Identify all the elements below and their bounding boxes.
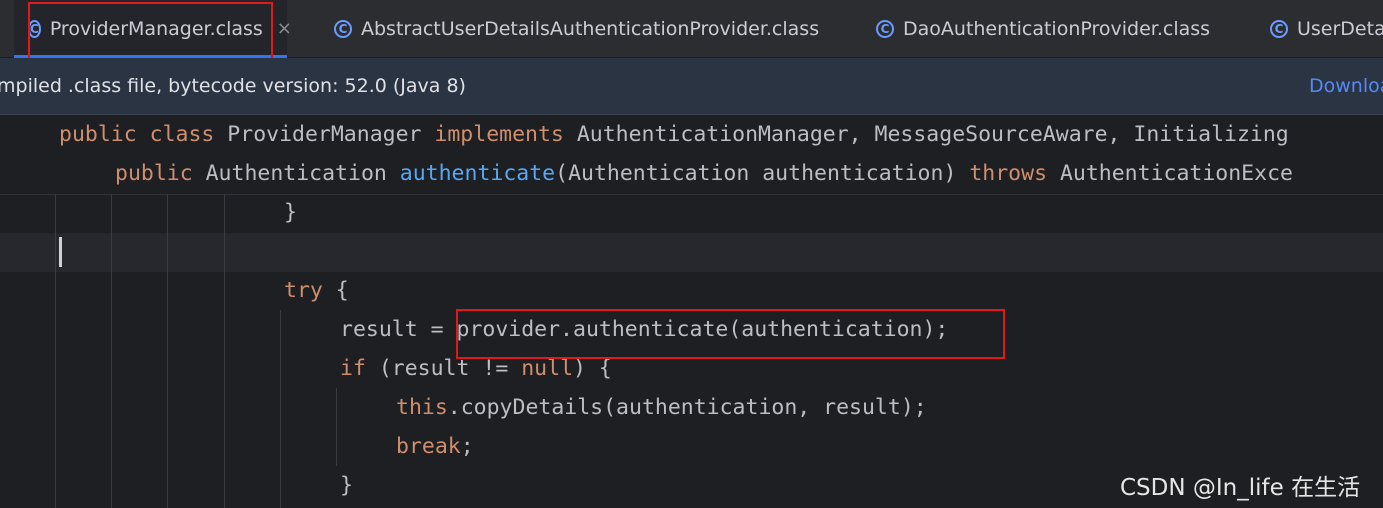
keyword: null <box>521 356 574 381</box>
keyword: this <box>396 395 448 420</box>
tab-user-details[interactable]: C UserDeta <box>1270 0 1383 57</box>
method-name: authenticate <box>399 161 556 186</box>
keyword: if <box>340 356 366 381</box>
indent-guide <box>111 195 112 508</box>
keyword: implements <box>434 122 564 147</box>
code-line: this.copyDetails(authentication, result)… <box>396 395 927 420</box>
class-icon: C <box>334 19 352 38</box>
tab-abstract-user-details-authentication-provider[interactable]: C AbstractUserDetailsAuthenticationProvi… <box>334 0 819 57</box>
text-caret <box>59 237 62 267</box>
code-line: try { <box>284 278 349 303</box>
class-name: ProviderManager <box>214 122 435 147</box>
tab-label: AbstractUserDetailsAuthenticationProvide… <box>361 17 820 40</box>
tab-label: UserDeta <box>1297 17 1383 40</box>
tab-dao-authentication-provider[interactable]: C DaoAuthenticationProvider.class <box>876 0 1210 57</box>
code-line: } <box>340 473 353 498</box>
indent-guide <box>280 310 281 508</box>
code-text: (result != <box>365 356 522 381</box>
code-text: AuthenticationExce <box>1047 161 1293 186</box>
code-line: } <box>284 200 297 225</box>
call-highlight-box <box>456 309 1005 359</box>
code-text: ) { <box>573 356 612 381</box>
indent-guide <box>167 195 168 508</box>
indent-guide <box>55 195 56 508</box>
close-icon[interactable]: × <box>277 18 292 39</box>
watermark: CSDN @In_life 在生活 <box>1120 475 1361 501</box>
class-icon: C <box>876 19 894 38</box>
current-line-highlight <box>0 233 1383 272</box>
code-text: ; <box>460 434 474 459</box>
code-text: result = <box>340 317 457 342</box>
code-line: if (result != null) { <box>340 356 612 381</box>
code-text: AuthenticationManager, MessageSourceAwar… <box>563 122 1289 147</box>
class-icon: C <box>1270 19 1288 38</box>
keyword: break <box>396 434 461 459</box>
download-sources-link[interactable]: Downloa <box>1309 75 1383 97</box>
keyword: class <box>149 122 215 147</box>
code-text: .copyDetails(authentication, result); <box>447 395 927 420</box>
indent-guide <box>224 195 225 508</box>
keyword: try <box>284 278 323 303</box>
sticky-scroll-header: public class ProviderManager implements … <box>0 115 1383 195</box>
keyword: throws <box>969 161 1048 186</box>
code-line: break; <box>396 434 474 459</box>
return-type: Authentication <box>192 161 400 186</box>
keyword: public <box>59 122 137 147</box>
code-text: { <box>322 278 349 303</box>
decompiled-info-bar: mpiled .class file, bytecode version: 52… <box>0 58 1383 115</box>
sticky-method-declaration[interactable]: public Authentication authenticate(Authe… <box>115 161 1293 186</box>
indent-guide <box>336 388 337 466</box>
keyword: public <box>115 161 193 186</box>
info-message: mpiled .class file, bytecode version: 52… <box>0 75 466 97</box>
sticky-class-declaration[interactable]: public class ProviderManager implements … <box>59 122 1289 147</box>
tab-label: DaoAuthenticationProvider.class <box>903 17 1211 40</box>
code-text: (Authentication authentication) <box>555 161 970 186</box>
